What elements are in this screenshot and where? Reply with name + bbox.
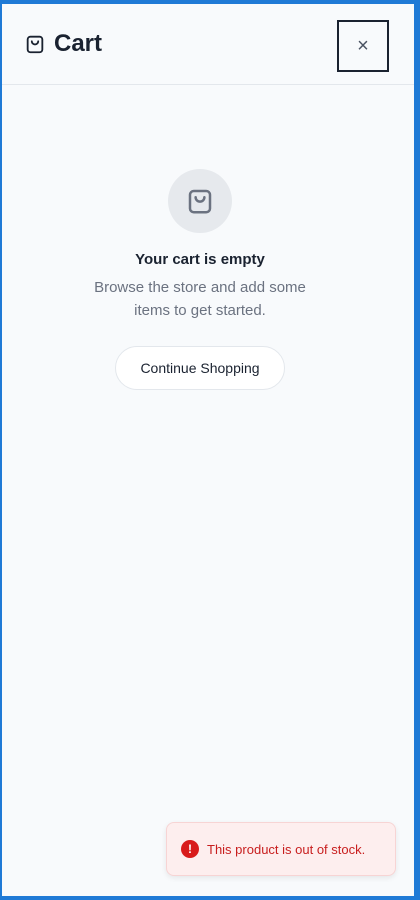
empty-cart-icon-circle: [168, 169, 232, 233]
cart-title: Cart: [54, 30, 103, 57]
error-toast: ! This product is out of stock.: [166, 822, 396, 876]
close-icon: ×: [357, 35, 369, 57]
toast-message: This product is out of stock.: [207, 841, 366, 857]
error-icon: !: [181, 840, 199, 858]
shopping-bag-icon: [24, 33, 46, 55]
empty-cart-state: Your cart is empty Browse the store and …: [2, 169, 398, 390]
cart-drawer: Cart × Your cart is empty Browse the sto…: [2, 4, 414, 896]
empty-cart-title: Your cart is empty: [135, 251, 265, 268]
cart-header: Cart ×: [2, 4, 414, 85]
empty-cart-description: Browse the store and add some items to g…: [94, 279, 306, 319]
close-button[interactable]: ×: [337, 20, 389, 72]
continue-shopping-button[interactable]: Continue Shopping: [115, 346, 285, 390]
shopping-bag-icon: [185, 186, 215, 216]
